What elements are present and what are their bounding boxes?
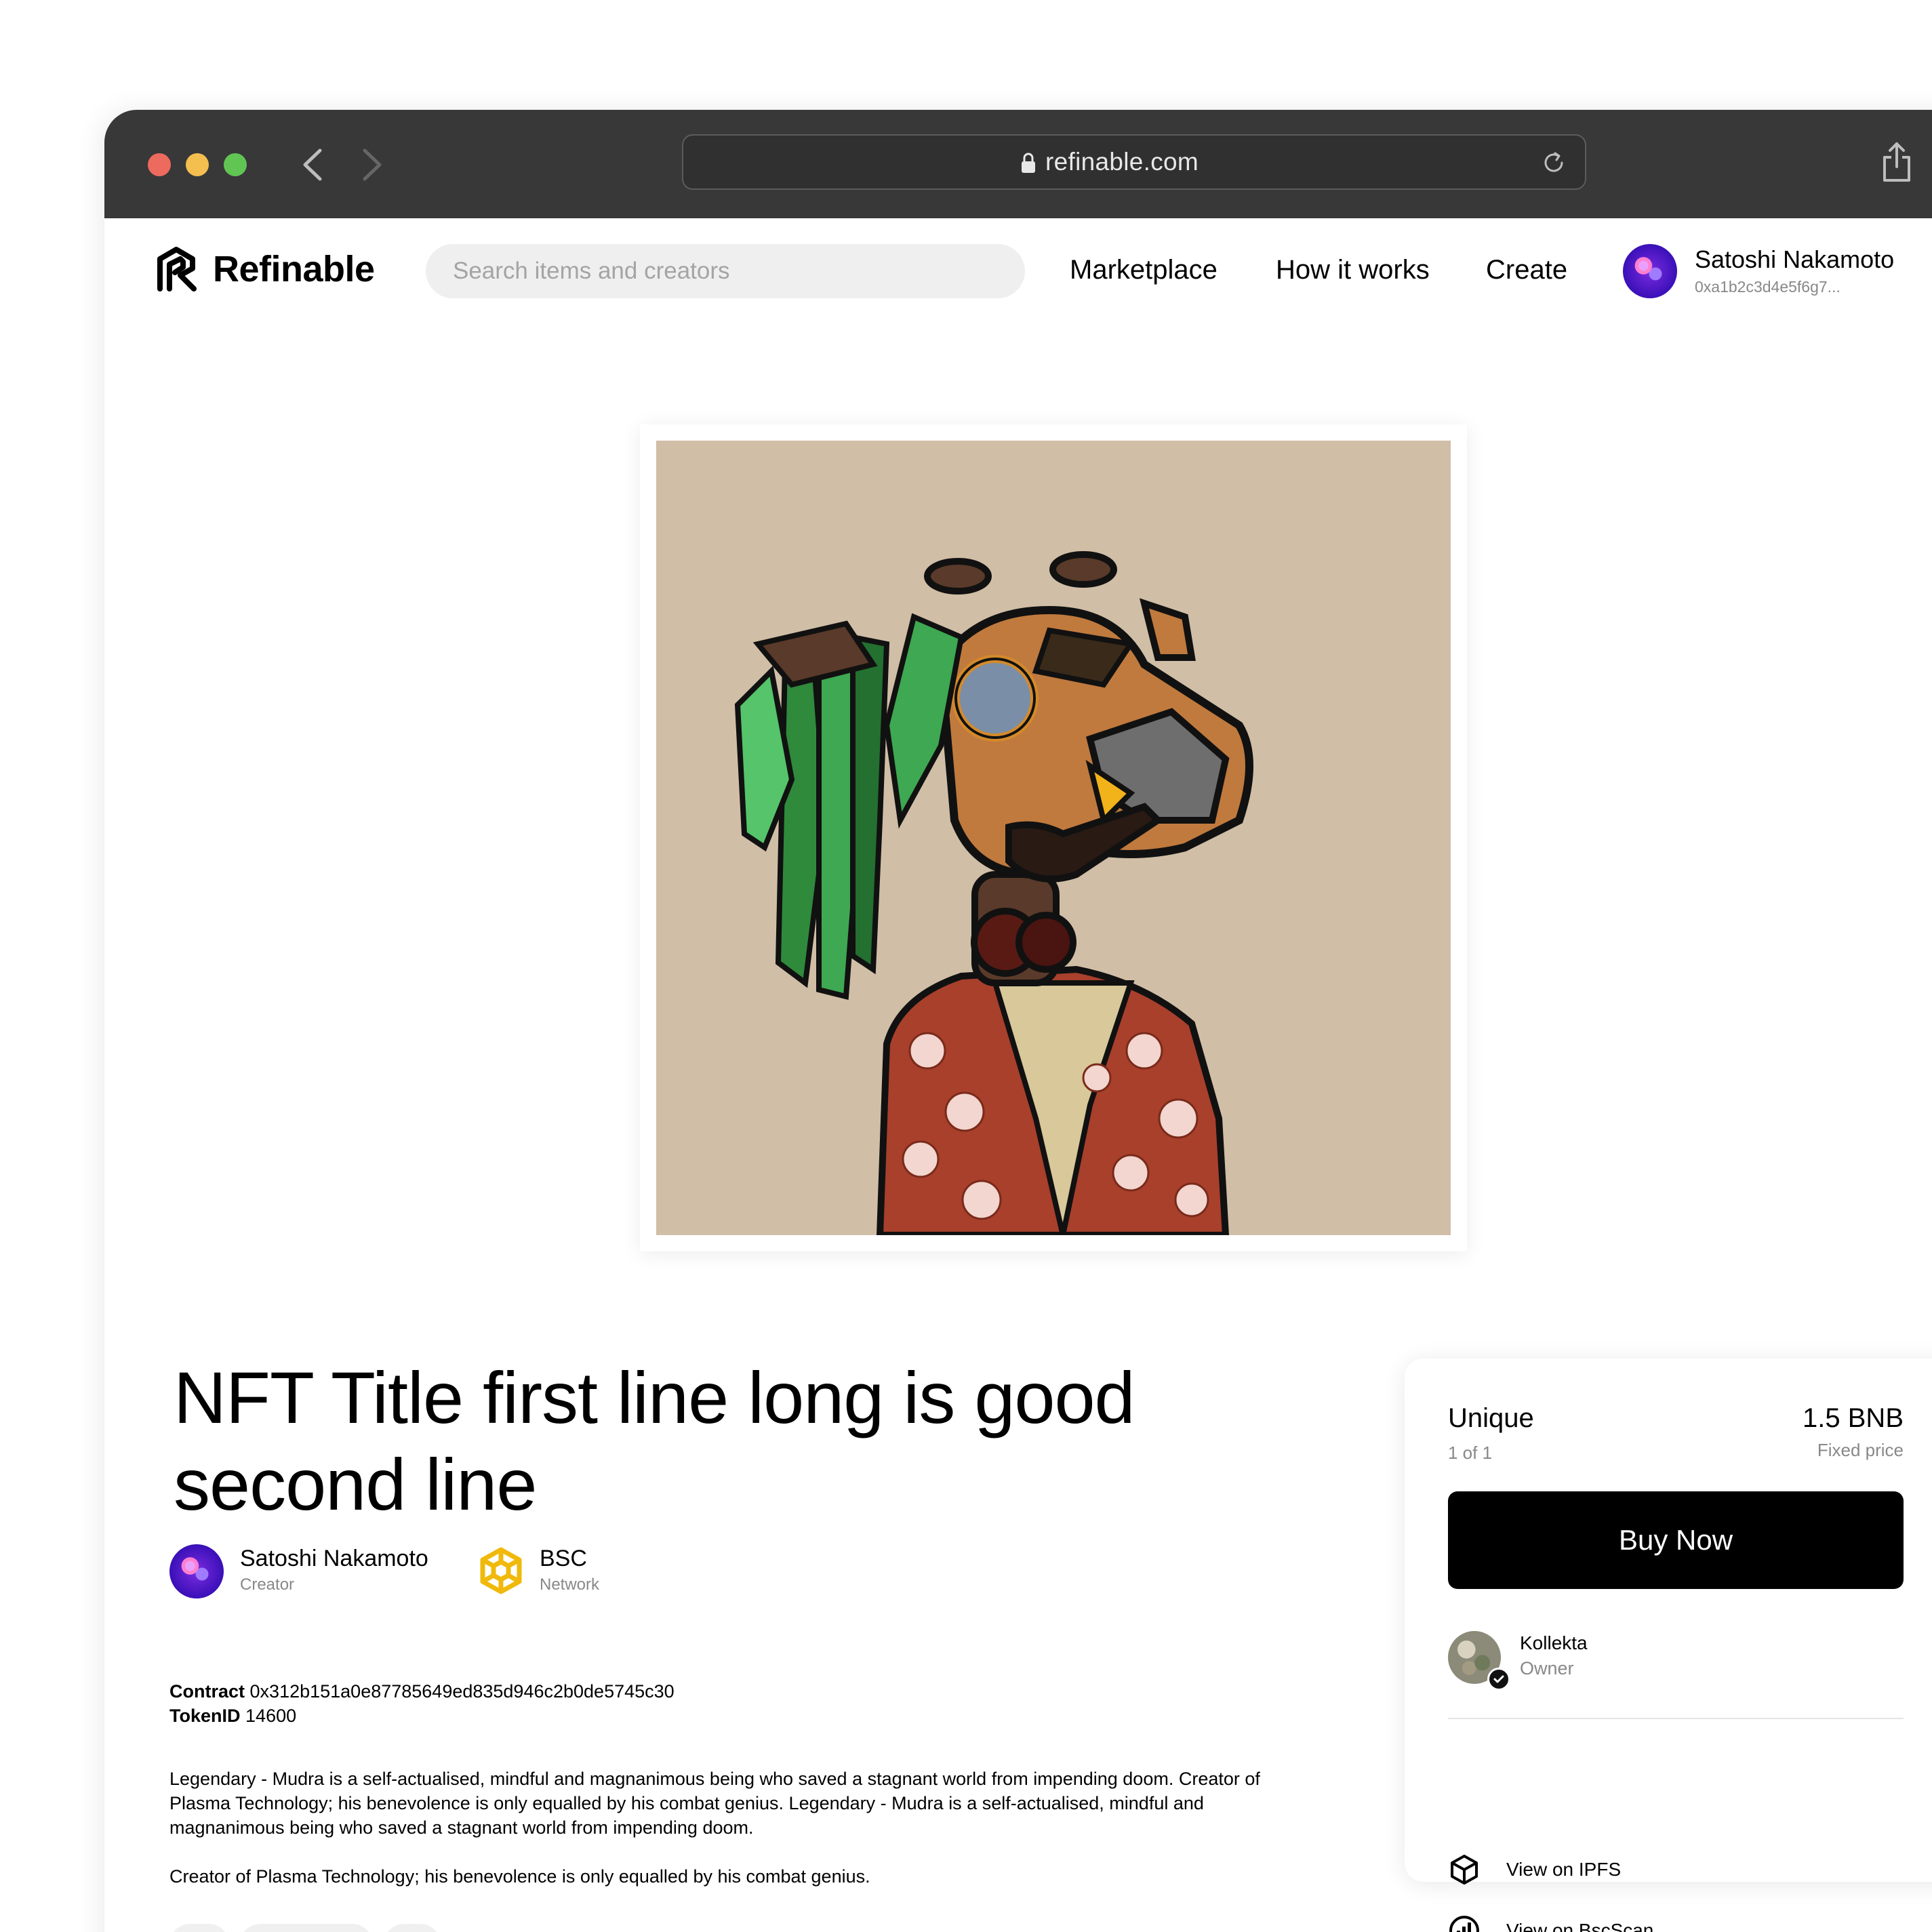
nft-artwork-image[interactable] (656, 441, 1451, 1235)
maximize-window-button[interactable] (224, 153, 247, 176)
view-on-ipfs-label: View on IPFS (1506, 1859, 1622, 1880)
cube-icon (1451, 1855, 1478, 1885)
nft-title: NFT Title first line long is good second… (174, 1356, 1135, 1525)
view-on-bscscan-link[interactable]: View on BscScan (1448, 1914, 1904, 1932)
price-value: 1.5 BNB (1803, 1403, 1904, 1433)
browser-window: refinable.com Refinable Marketplace How … (104, 110, 1932, 1932)
nav-create[interactable]: Create (1486, 255, 1567, 285)
user-avatar[interactable] (1623, 244, 1677, 298)
price-type: Fixed price (1817, 1440, 1904, 1460)
tag-chip[interactable] (169, 1924, 229, 1932)
logo-text[interactable]: Refinable (213, 248, 375, 290)
browser-toolbar: refinable.com (104, 110, 1932, 218)
nft-artwork-frame (640, 424, 1467, 1251)
creator-avatar[interactable] (169, 1544, 224, 1598)
divider (1448, 1718, 1904, 1719)
url-text: refinable.com (1045, 148, 1199, 176)
edition-count: 1 of 1 (1448, 1443, 1493, 1463)
forward-arrow-icon[interactable] (357, 146, 386, 183)
bscscan-icon (1449, 1916, 1479, 1932)
tag-chip[interactable] (384, 1924, 441, 1932)
creator-role-label: Creator (240, 1575, 295, 1594)
close-window-button[interactable] (148, 153, 171, 176)
owner-role-label: Owner (1520, 1658, 1574, 1678)
owner-name[interactable]: Kollekta (1520, 1632, 1588, 1654)
nav-marketplace[interactable]: Marketplace (1070, 255, 1217, 285)
description-paragraph: Legendary - Mudra is a self-actualised, … (169, 1769, 1260, 1838)
nft-artwork-illustration (734, 551, 1253, 1235)
share-icon[interactable] (1880, 141, 1913, 183)
minimize-window-button[interactable] (186, 153, 209, 176)
reload-icon[interactable] (1539, 148, 1569, 178)
edition-label: Unique (1448, 1403, 1534, 1433)
bsc-network-icon (480, 1547, 522, 1594)
user-address: 0xa1b2c3d4e5f6g7... (1695, 278, 1840, 296)
address-bar[interactable]: refinable.com (682, 134, 1586, 190)
contract-label: Contract (169, 1681, 245, 1702)
network-role-label: Network (540, 1575, 600, 1594)
view-on-bscscan-label: View on BscScan (1506, 1920, 1654, 1932)
contract-address[interactable]: 0x312b151a0e87785649ed835d946c2b0de5745c… (250, 1681, 675, 1702)
token-id: 14600 (245, 1706, 297, 1726)
tag-chip[interactable] (240, 1924, 373, 1932)
view-on-ipfs-link[interactable]: View on IPFS (1448, 1853, 1904, 1887)
description-paragraph: Creator of Plasma Technology; his benevo… (169, 1866, 870, 1887)
token-row: TokenID 14600 (169, 1706, 296, 1727)
nav-how-it-works[interactable]: How it works (1276, 255, 1430, 285)
creator-name[interactable]: Satoshi Nakamoto (240, 1546, 428, 1572)
contract-row: Contract 0x312b151a0e87785649ed835d946c2… (169, 1681, 675, 1702)
token-label: TokenID (169, 1706, 241, 1726)
search-input[interactable] (426, 244, 1025, 298)
refinable-logo-icon[interactable] (156, 245, 199, 293)
buy-now-button[interactable]: Buy Now (1448, 1491, 1904, 1589)
back-arrow-icon[interactable] (298, 146, 328, 183)
sale-card: Unique 1 of 1 1.5 BNB Fixed price Buy No… (1405, 1359, 1932, 1882)
verified-badge-icon (1487, 1668, 1510, 1691)
network-name: BSC (540, 1546, 587, 1571)
lock-icon (1022, 153, 1035, 173)
user-name[interactable]: Satoshi Nakamoto (1695, 245, 1894, 274)
